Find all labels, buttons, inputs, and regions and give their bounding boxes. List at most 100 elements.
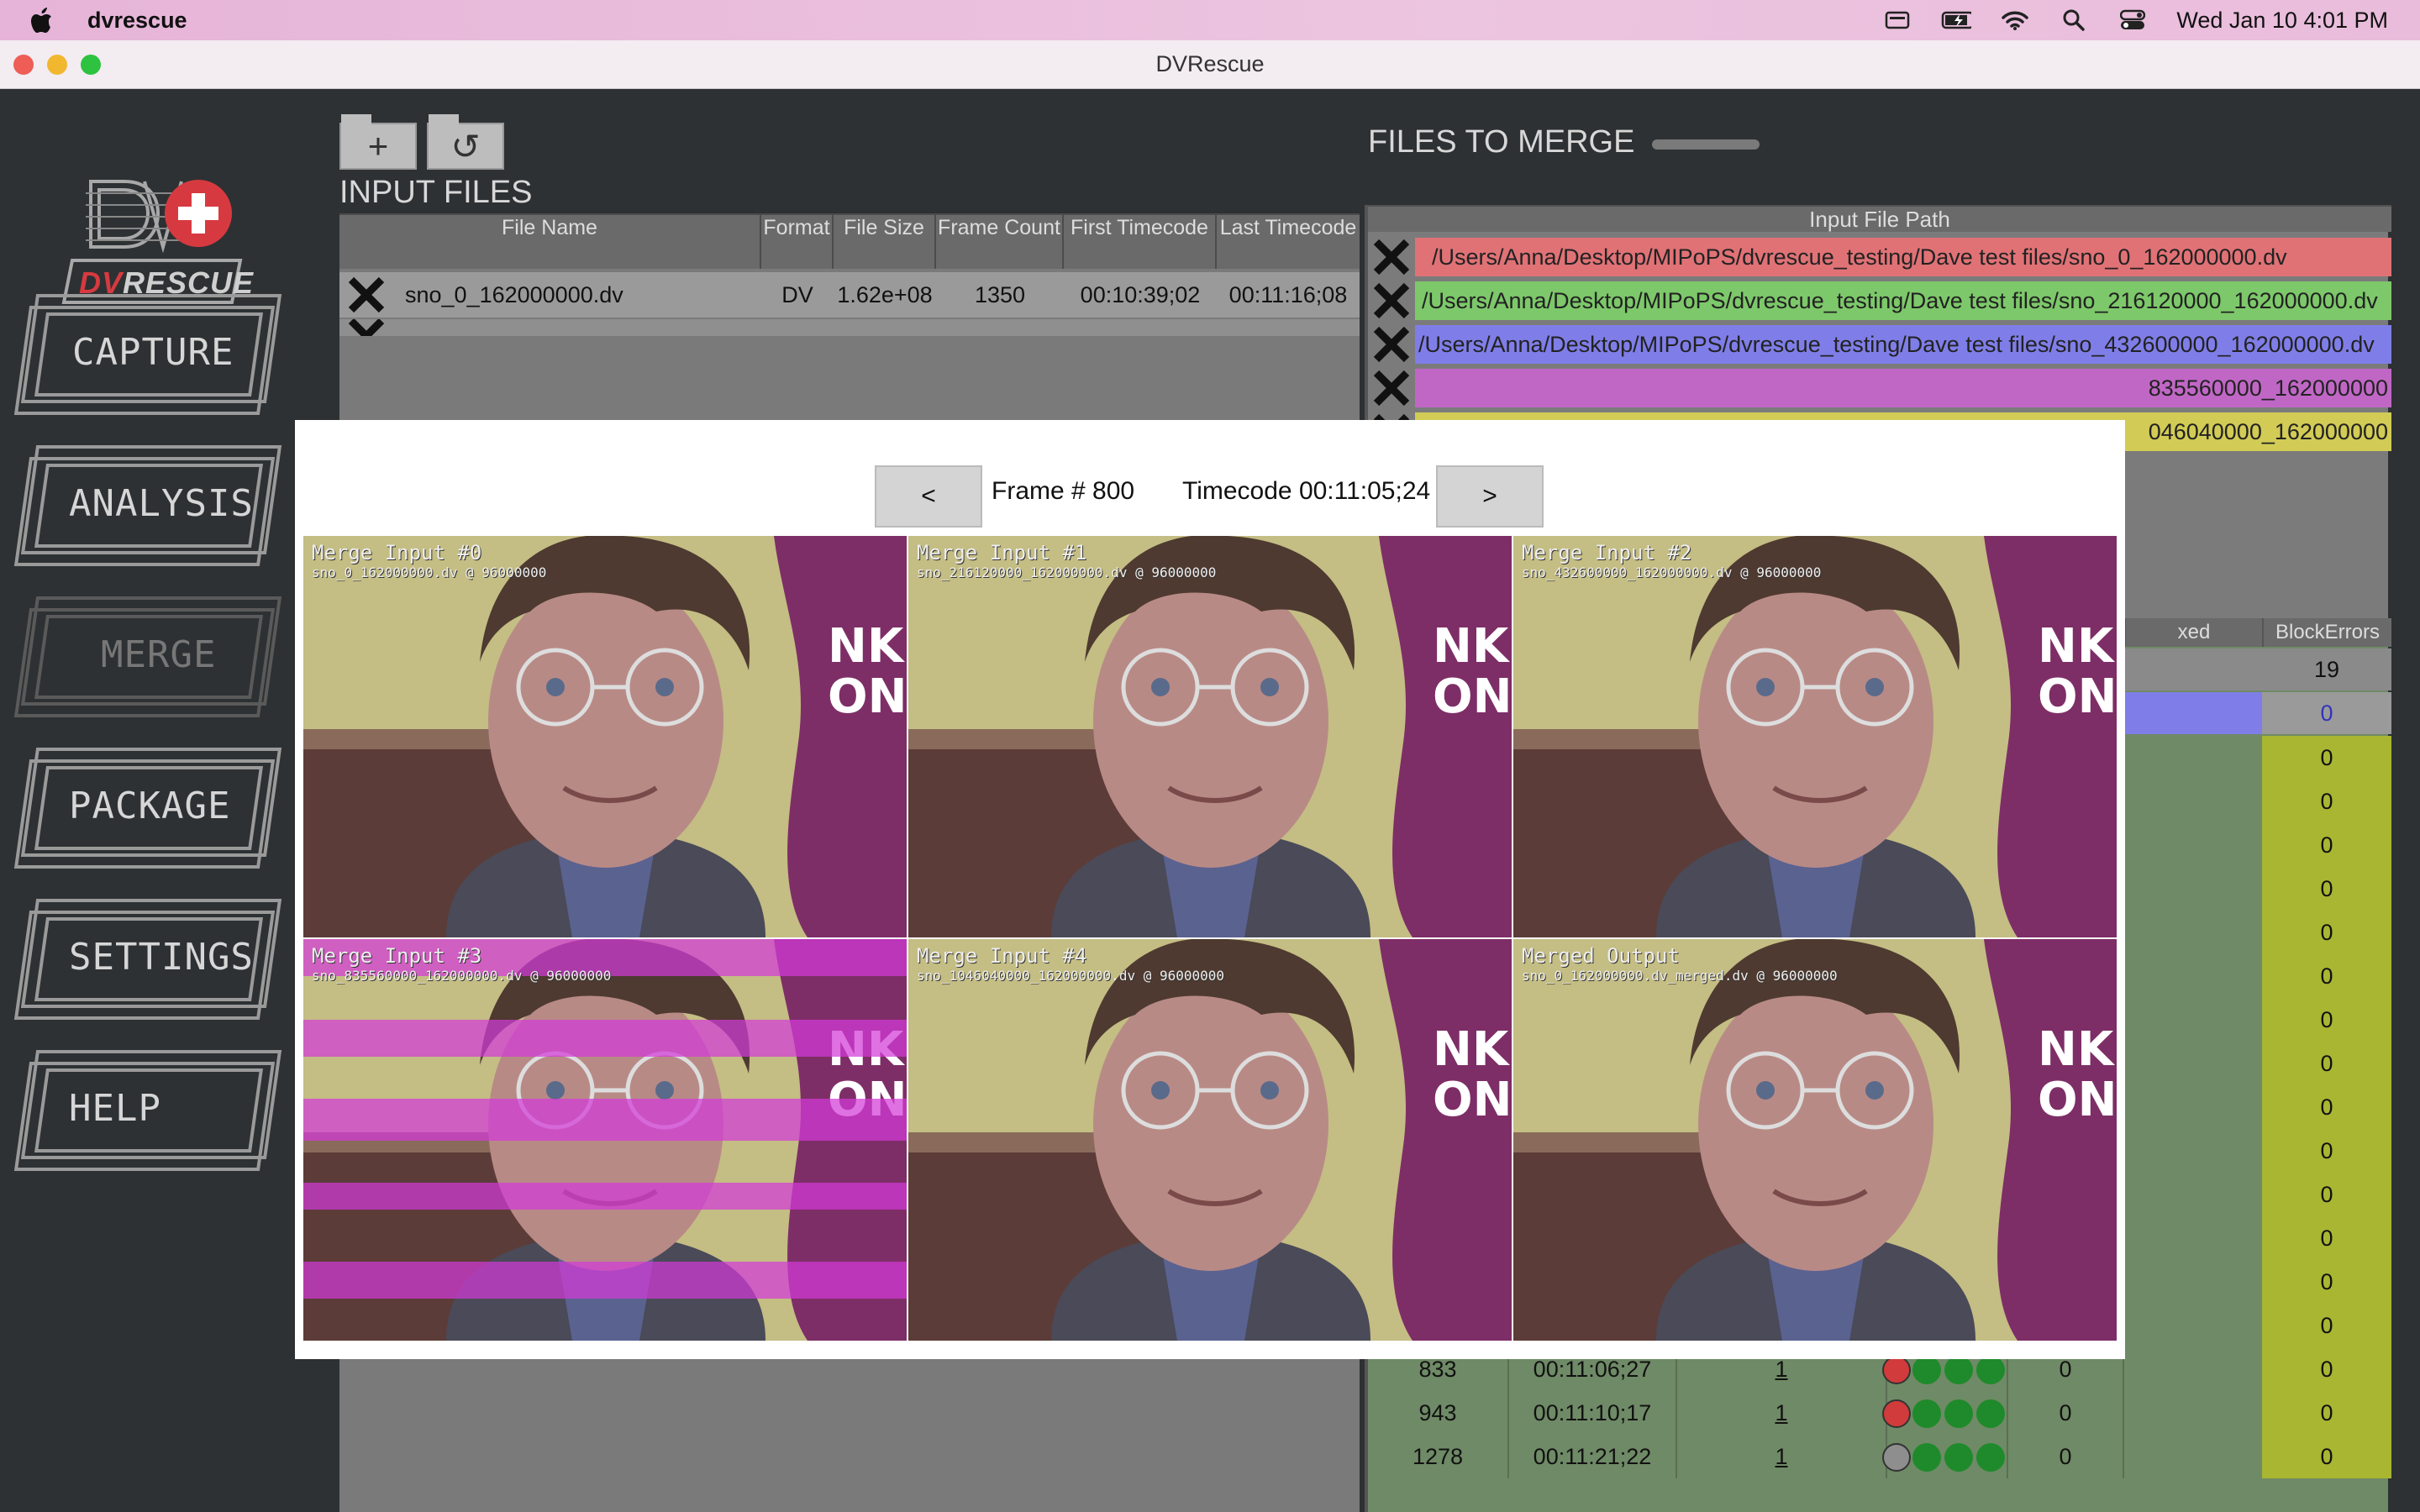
- last-timecode-cell: 00:11:16;08: [1228, 281, 1348, 307]
- merge-file-row[interactable]: /Users/Anna/Desktop/MIPoPS/dvrescue_test…: [1368, 279, 2391, 323]
- input-file-path-header[interactable]: Input File Path: [1368, 205, 2391, 232]
- frame-timecode-cell: 00:11:21;22: [1509, 1435, 1677, 1478]
- video-frame-image: NK ONU: [1513, 939, 2117, 1341]
- nav-settings-label: SETTINGS: [69, 936, 254, 979]
- svg-text:NK: NK: [2038, 1022, 2116, 1077]
- zoom-window-button[interactable]: [81, 55, 101, 75]
- screen-mirror-icon[interactable]: [1882, 8, 1912, 32]
- refresh-icon: ↺: [450, 126, 481, 166]
- svg-text:ONU: ONU: [828, 669, 907, 724]
- col-fixed-header[interactable]: xed: [2124, 618, 2262, 647]
- frame-number-cell: 943: [1368, 1391, 1509, 1435]
- status-dot-icon: [1912, 1399, 1941, 1428]
- menubar: dvrescue Wed Jan 10 4:01 PM: [0, 0, 2420, 40]
- status-dot-icon: [1882, 1399, 1911, 1428]
- plus-icon: +: [367, 126, 389, 165]
- merge-progress-bar: [1652, 139, 1760, 150]
- remove-merge-file-icon[interactable]: [1368, 279, 1415, 323]
- svg-text:NK: NK: [1433, 619, 1511, 674]
- control-center-icon[interactable]: [2118, 8, 2148, 32]
- add-file-button[interactable]: +: [339, 114, 417, 170]
- remove-merge-file-icon[interactable]: [1368, 323, 1415, 366]
- nav-package-label: PACKAGE: [69, 785, 231, 827]
- col-frame-count[interactable]: Frame Count: [936, 213, 1064, 269]
- block-errors-cell: 0: [2262, 1347, 2391, 1391]
- block-errors-cell: 0: [2262, 1391, 2391, 1435]
- merge-file-path: /Users/Anna/Desktop/MIPoPS/dvrescue_test…: [1415, 238, 2391, 276]
- svg-text:ONU: ONU: [1433, 1073, 1512, 1127]
- menubar-app-name[interactable]: dvrescue: [87, 8, 187, 34]
- timecode-label: Timecode 00:11:05;24: [1182, 477, 1431, 505]
- col-format[interactable]: Format: [761, 213, 834, 269]
- nav-analysis-button[interactable]: ANALYSIS: [13, 442, 282, 568]
- frame-link-cell[interactable]: 1: [1677, 1391, 1887, 1435]
- merge-file-row[interactable]: 835560000_162000000: [1368, 366, 2391, 410]
- col-file-size[interactable]: File Size: [834, 213, 936, 269]
- merge-file-path: 835560000_162000000: [1415, 369, 2391, 407]
- nav-merge-button[interactable]: MERGE: [13, 593, 282, 719]
- apple-icon[interactable]: [30, 6, 55, 34]
- window-titlebar: DVRescue: [0, 40, 2420, 89]
- files-to-merge-title: FILES TO MERGE: [1368, 124, 1635, 160]
- col-file-name[interactable]: File Name: [339, 213, 761, 269]
- frame-row[interactable]: 943 00:11:10;17 1 0 0: [1368, 1391, 2391, 1435]
- video-frame-image: NK ONU: [908, 939, 1512, 1341]
- wifi-icon[interactable]: [2000, 8, 2030, 32]
- nav-help-button[interactable]: HELP: [13, 1047, 282, 1173]
- input-file-row[interactable]: sno_0_162000000.dv DV 1.62e+08 1350 00:1…: [339, 272, 1360, 318]
- status-dot-icon: [1912, 1356, 1941, 1384]
- tile-title: Merged Output: [1522, 944, 1680, 968]
- frame-count-cell: 0: [2007, 1391, 2124, 1435]
- frame-count-cell: 1350: [974, 281, 1026, 307]
- status-dot-icon: [1976, 1443, 2005, 1472]
- minimize-window-button[interactable]: [47, 55, 67, 75]
- next-frame-button[interactable]: >: [1436, 465, 1544, 528]
- nav-package-button[interactable]: PACKAGE: [13, 744, 282, 870]
- merge-file-row[interactable]: /Users/Anna/Desktop/MIPoPS/dvrescue_test…: [1368, 323, 2391, 366]
- block-errors-cell: 0: [2262, 780, 2391, 823]
- merge-file-row[interactable]: /Users/Anna/Desktop/MIPoPS/dvrescue_test…: [1368, 235, 2391, 279]
- input-files-title: INPUT FILES: [339, 175, 533, 210]
- file-format-cell: DV: [781, 281, 813, 307]
- nav-capture-label: CAPTURE: [72, 331, 234, 374]
- nav-merge-label: MERGE: [101, 633, 217, 676]
- menubar-datetime[interactable]: Wed Jan 10 4:01 PM: [2176, 8, 2388, 34]
- input-file-row-partial[interactable]: [339, 319, 1360, 336]
- input-files-header: File Name Format File Size Frame Count F…: [339, 213, 1360, 269]
- video-frame-image: NK ONU: [303, 536, 907, 937]
- col-last-timecode[interactable]: Last Timecode: [1217, 213, 1360, 269]
- selected-frame-row[interactable]: 0: [2124, 692, 2391, 734]
- nav-capture-button[interactable]: CAPTURE: [13, 291, 282, 417]
- tile-subtitle: sno_0_162000000.dv_merged.dv @ 96000000: [1522, 968, 1838, 984]
- status-dot-icon: [1944, 1443, 1973, 1472]
- merge-file-path: /Users/Anna/Desktop/MIPoPS/dvrescue_test…: [1415, 281, 2391, 320]
- battery-icon[interactable]: [1941, 8, 1972, 32]
- remove-file-icon[interactable]: [339, 319, 393, 336]
- block-errors-total: 19: [2313, 657, 2340, 682]
- remove-merge-file-icon[interactable]: [1368, 235, 1415, 279]
- tile-title: Merge Input #4: [917, 944, 1087, 968]
- merge-file-path: /Users/Anna/Desktop/MIPoPS/dvrescue_test…: [1415, 325, 2391, 364]
- col-first-timecode[interactable]: First Timecode: [1064, 213, 1217, 269]
- frame-preview-dialog: < Frame # 800 Timecode 00:11:05;24 > NK …: [295, 420, 2125, 1359]
- refresh-files-button[interactable]: ↺: [427, 114, 504, 170]
- status-dot-icon: [1882, 1356, 1911, 1384]
- tile-title: Merge Input #2: [1522, 541, 1692, 564]
- tile-title: Merge Input #1: [917, 541, 1087, 564]
- svg-text:ONU: ONU: [1433, 669, 1512, 724]
- block-errors-cell: 0: [2262, 867, 2391, 911]
- nav-settings-button[interactable]: SETTINGS: [13, 895, 282, 1021]
- block-errors-cell: 0: [2262, 954, 2391, 998]
- frame-link-cell[interactable]: 1: [1677, 1435, 1887, 1478]
- frame-row[interactable]: 1278 00:11:21;22 1 0 0: [1368, 1435, 2391, 1478]
- previous-frame-button[interactable]: <: [875, 465, 982, 528]
- close-window-button[interactable]: [13, 55, 34, 75]
- video-preview-tile: NK ONU Merge Input #3 sno_835560000_1620…: [303, 939, 907, 1341]
- search-icon[interactable]: [2059, 8, 2089, 32]
- remove-file-icon[interactable]: [339, 275, 393, 315]
- col-block-errors-header[interactable]: BlockErrors: [2262, 618, 2391, 647]
- svg-text:ONU: ONU: [2038, 1073, 2117, 1127]
- status-dot-icon: [1976, 1399, 2005, 1428]
- tile-title: Merge Input #0: [312, 541, 482, 564]
- remove-merge-file-icon[interactable]: [1368, 366, 1415, 410]
